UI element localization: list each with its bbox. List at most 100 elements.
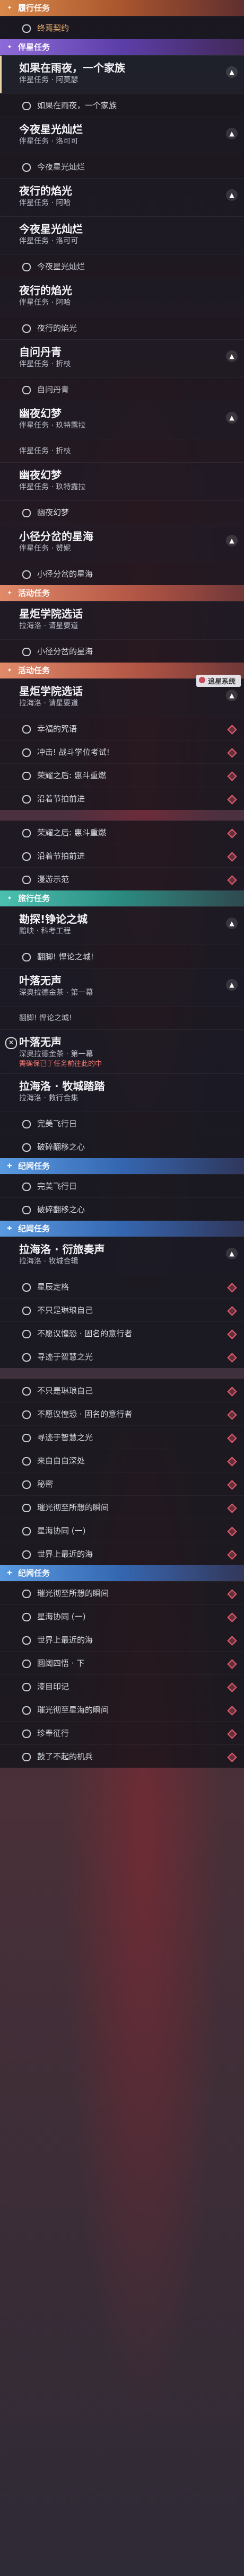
step-item[interactable]: 破碎翻移之心 xyxy=(0,1197,244,1221)
quest-item[interactable]: 夜行的焰光 伴星任务 · 阿哈 ▲ xyxy=(0,178,244,216)
quest-item[interactable]: 勘探!铮论之城 黯映 · 科考工程 ▲ xyxy=(0,906,244,945)
step-item[interactable]: 今夜星光灿烂 xyxy=(0,155,244,178)
quest-warning: 需确保已于任务前往此的中 xyxy=(19,1060,102,1068)
category-header[interactable]: ✦ 履行任务 xyxy=(0,0,244,16)
step-item[interactable]: 冲击! 战斗学位考试! xyxy=(0,740,244,763)
category-header[interactable]: ✦ 旅行任务 xyxy=(0,890,244,906)
chevron-up-icon[interactable]: ▲ xyxy=(226,66,238,78)
step-radio-icon xyxy=(22,1353,31,1362)
step-item[interactable]: 今夜星光灿烂 xyxy=(0,254,244,278)
category-header[interactable]: ✚ 纪闻任务 xyxy=(0,1565,244,1581)
chevron-up-icon[interactable]: ▲ xyxy=(226,690,238,701)
category-header[interactable]: ✚ 纪闻任务 xyxy=(0,1158,244,1174)
step-item[interactable]: 破碎翻移之心 xyxy=(0,1135,244,1158)
step-item[interactable]: 荣耀之后: 惠斗重燃 xyxy=(0,821,244,844)
chevron-up-icon[interactable]: ▲ xyxy=(226,535,238,546)
step-item[interactable]: 漆目印记 xyxy=(0,1674,244,1698)
step-item[interactable]: 世界上最近的海 xyxy=(0,1628,244,1651)
quest-item[interactable]: 今夜星光灿烂 伴星任务 · 洛可可 xyxy=(0,216,244,254)
quest-item[interactable]: 今夜星光灿烂 伴星任务 · 洛可可 ▲ xyxy=(0,117,244,155)
step-radio-icon xyxy=(22,1307,31,1315)
step-label: 沿着节拍前进 xyxy=(37,794,85,804)
step-item[interactable]: 自问丹青 xyxy=(0,377,244,401)
chevron-up-icon[interactable]: ▲ xyxy=(226,1248,238,1259)
category-header[interactable]: ✦ 活动任务 xyxy=(0,585,244,601)
chevron-up-icon[interactable]: ▲ xyxy=(226,350,238,362)
quest-item[interactable]: 拉海洛 · 衍旅奏声 拉海洛 · 牧城合辑 ▲ xyxy=(0,1237,244,1275)
step-item[interactable]: 幽夜幻梦 xyxy=(0,500,244,524)
step-item[interactable]: 璀光彻至所想的瞬间 xyxy=(0,1495,244,1519)
step-item[interactable]: 世界上最近的海 xyxy=(0,1542,244,1565)
quest-item[interactable]: ✕ 叶落无声 深奥拉德金茶 · 第一幕 需确保已于任务前往此的中 xyxy=(0,1029,244,1073)
quest-item[interactable]: 星炬学院选话 拉海洛 · 请星要道 ▲ 追星系统 xyxy=(0,675,244,717)
step-item[interactable]: 沿着节拍前进 xyxy=(0,844,244,867)
quest-item[interactable]: 幽夜幻梦 伴星任务 · 玖特露拉 ▲ xyxy=(0,401,244,439)
step-item[interactable]: 荣耀之后: 惠斗重燃 xyxy=(0,763,244,787)
quest-category: 伴星任务 · 洛可可 xyxy=(19,137,79,146)
quest-item[interactable]: 小径分岔的星海 伴星任务 · 赞妮 ▲ xyxy=(0,524,244,562)
chevron-up-icon[interactable]: ▲ xyxy=(226,189,238,201)
tracking-diamond-icon xyxy=(227,748,237,758)
step-radio-icon xyxy=(22,1753,31,1761)
step-item[interactable]: 不只是琳琅自己 xyxy=(0,1379,244,1402)
step-item[interactable]: 伴星任务 · 折枝 xyxy=(0,439,244,462)
quest-name: 星炬学院选话 xyxy=(19,607,83,620)
step-item[interactable]: 如果在雨夜，一个家族 xyxy=(0,93,244,117)
quest-item[interactable]: 星炬学院选话 拉海洛 · 请星要道 xyxy=(0,601,244,639)
step-item[interactable]: 星海协同 (一) xyxy=(0,1604,244,1628)
step-item[interactable]: 寻迹于智慧之光 xyxy=(0,1425,244,1449)
quest-item[interactable]: 叶落无声 深奥拉德金茶 · 第一幕 ▲ xyxy=(0,968,244,1006)
tracking-badge[interactable]: 追星系统 xyxy=(196,675,241,687)
step-item[interactable]: 小径分岔的星海 xyxy=(0,562,244,585)
step-item[interactable]: 沿着节拍前进 xyxy=(0,787,244,810)
step-label: 秘密 xyxy=(37,1479,54,1489)
step-item[interactable]: 鼓了不起的机兵 xyxy=(0,1744,244,1768)
category-icon: ✦ xyxy=(7,589,12,596)
quest-item[interactable]: 自问丹青 伴星任务 · 折枝 ▲ xyxy=(0,339,244,377)
step-item[interactable]: 幸福的咒语 xyxy=(0,717,244,740)
step-item[interactable]: 秘密 xyxy=(0,1472,244,1495)
step-item[interactable]: 漫游示范 xyxy=(0,867,244,890)
step-item[interactable]: 翻脚! 悍论之城! xyxy=(0,1006,244,1029)
step-item[interactable]: 珍奉征行 xyxy=(0,1721,244,1744)
step-item[interactable]: 星辰定格 xyxy=(0,1275,244,1298)
quest-item[interactable]: 幽夜幻梦 伴星任务 · 玖特露拉 xyxy=(0,462,244,500)
step-item[interactable]: 璀光彻至星海的瞬间 xyxy=(0,1698,244,1721)
chevron-up-icon[interactable]: ▲ xyxy=(226,918,238,929)
step-item[interactable]: 星海协同 (一) xyxy=(0,1519,244,1542)
step-radio-icon xyxy=(22,1730,31,1738)
step-item[interactable]: 翻脚! 悍论之城! xyxy=(0,945,244,968)
step-item[interactable]: 来自自自深处 xyxy=(0,1449,244,1472)
step-label: 璀光彻至所想的瞬间 xyxy=(37,1589,109,1598)
step-item[interactable]: 完美飞行日 xyxy=(0,1174,244,1197)
step-item[interactable]: 不愿议惶恐 · 固名的意行者 xyxy=(0,1321,244,1345)
step-item[interactable]: 夜行的焰光 xyxy=(0,316,244,339)
step-label: 今夜星光灿烂 xyxy=(37,162,85,172)
step-radio-icon xyxy=(22,829,31,837)
step-item[interactable]: 不只是琳琅自己 xyxy=(0,1298,244,1321)
step-item[interactable]: 圆阔四悟 · 下 xyxy=(0,1651,244,1674)
step-label: 星辰定格 xyxy=(37,1282,69,1292)
tracking-diamond-icon xyxy=(227,1353,237,1363)
tracking-diamond-icon xyxy=(227,1612,237,1622)
step-item[interactable]: 终焉契约 xyxy=(0,16,244,39)
quest-item[interactable]: 拉海洛 · 牧城踏踏 拉海洛 · 救行合集 xyxy=(0,1073,244,1111)
step-item[interactable]: 璀光彻至所想的瞬间 xyxy=(0,1581,244,1604)
quest-item[interactable]: 夜行的焰光 伴星任务 · 阿哈 xyxy=(0,278,244,316)
step-radio-icon xyxy=(22,570,31,579)
chevron-up-icon[interactable]: ▲ xyxy=(226,128,238,139)
step-item[interactable]: 小径分岔的星海 xyxy=(0,639,244,663)
quest-name: 拉海洛 · 衍旅奏声 xyxy=(19,1243,105,1256)
quest-item[interactable]: 如果在雨夜，一个家族 伴星任务 · 阿莫瑟 ▲ xyxy=(0,55,244,93)
chevron-up-icon[interactable]: ▲ xyxy=(226,412,238,424)
category-header[interactable]: ✦ 伴星任务 xyxy=(0,39,244,55)
category-header[interactable]: ✚ 纪闻任务 xyxy=(0,1221,244,1237)
step-label: 星海协同 (一) xyxy=(37,1526,86,1536)
step-item[interactable]: 不愿议惶恐 · 固名的意行者 xyxy=(0,1402,244,1425)
chevron-up-icon[interactable]: ▲ xyxy=(226,979,238,991)
step-item[interactable]: 寻迹于智慧之光 xyxy=(0,1345,244,1368)
step-item[interactable]: 完美飞行日 xyxy=(0,1111,244,1135)
step-radio-icon xyxy=(22,1434,31,1442)
